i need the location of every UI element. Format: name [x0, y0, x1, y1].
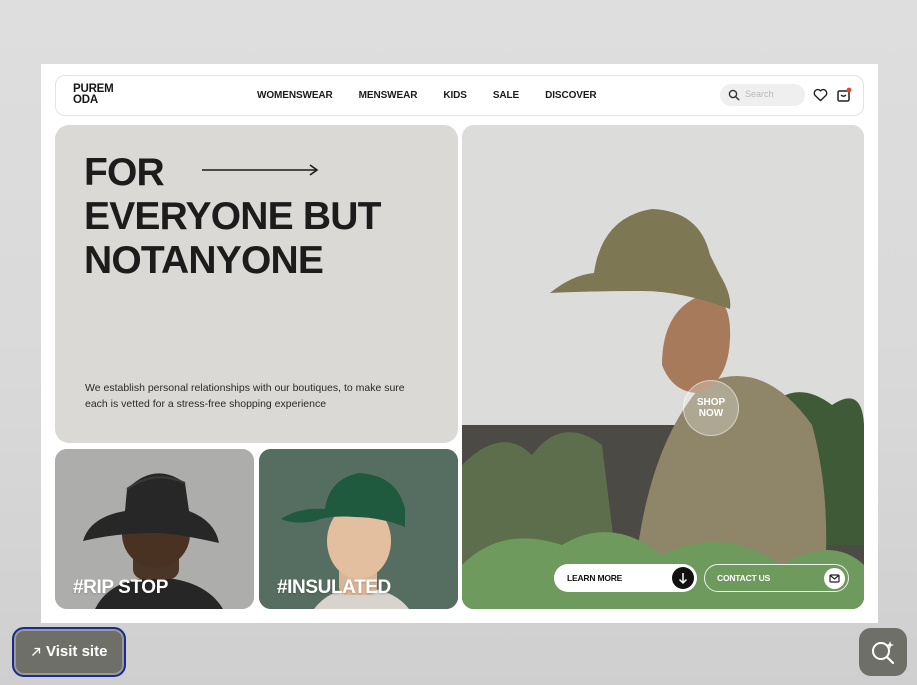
visit-site-label: Visit site: [46, 643, 108, 660]
nav-sale[interactable]: SALE: [493, 90, 519, 101]
card-tag-rip-stop: #RIP STOP: [73, 577, 168, 598]
learn-more-label: LEARN MORE: [567, 573, 623, 583]
headline-line-3: NOTANYONE: [84, 239, 324, 282]
card-tag-insulated: #INSULATED: [277, 577, 391, 598]
learn-more-button[interactable]: LEARN MORE: [554, 564, 697, 592]
website-preview: PUREM ODA WOMENSWEAR MENSWEAR KIDS SALE …: [41, 64, 878, 623]
search-input[interactable]: Search: [720, 84, 805, 106]
man-in-bucket-hat-image: [462, 125, 864, 609]
shop-now-button[interactable]: SHOP NOW: [683, 380, 739, 436]
search-placeholder: Search: [745, 89, 774, 99]
heart-icon[interactable]: [813, 88, 828, 102]
visual-search-button[interactable]: [859, 628, 907, 676]
site-logo[interactable]: PUREM ODA: [73, 83, 123, 106]
hero-photo: SHOP NOW LEARN MORE CONTACT US: [462, 125, 864, 609]
card-insulated[interactable]: #INSULATED: [259, 449, 458, 609]
external-link-icon: [32, 647, 41, 656]
contact-us-label: CONTACT US: [717, 573, 771, 583]
mail-icon: [829, 574, 840, 583]
learn-more-arrow: [672, 567, 694, 589]
visit-site-button[interactable]: Visit site: [12, 627, 126, 677]
shop-now-line-2: NOW: [698, 408, 724, 419]
visual-search-icon: [872, 641, 895, 665]
nav-kids[interactable]: KIDS: [443, 90, 467, 101]
hero-description: We establish personal relationships with…: [85, 382, 405, 410]
nav-womenswear[interactable]: WOMENSWEAR: [257, 90, 333, 101]
search-icon: [728, 89, 740, 101]
card-rip-stop[interactable]: #RIP STOP: [55, 449, 254, 609]
contact-us-button[interactable]: CONTACT US: [704, 564, 849, 592]
contact-us-mail: [824, 568, 845, 589]
nav-discover[interactable]: DISCOVER: [545, 90, 597, 101]
arrow-down-icon: [678, 573, 688, 585]
nav-links: WOMENSWEAR MENSWEAR KIDS SALE DISCOVER: [257, 90, 597, 101]
arrow-right-icon: [202, 164, 319, 176]
shopping-bag-icon[interactable]: [836, 87, 852, 103]
nav-menswear[interactable]: MENSWEAR: [359, 90, 418, 101]
headline-line-2: EVERYONE BUT: [84, 195, 381, 238]
shop-now-line-1: SHOP: [696, 397, 726, 408]
hero-card: FOR EVERYONE BUT NOTANYONE We establish …: [55, 125, 458, 443]
top-nav: PUREM ODA WOMENSWEAR MENSWEAR KIDS SALE …: [55, 75, 864, 116]
